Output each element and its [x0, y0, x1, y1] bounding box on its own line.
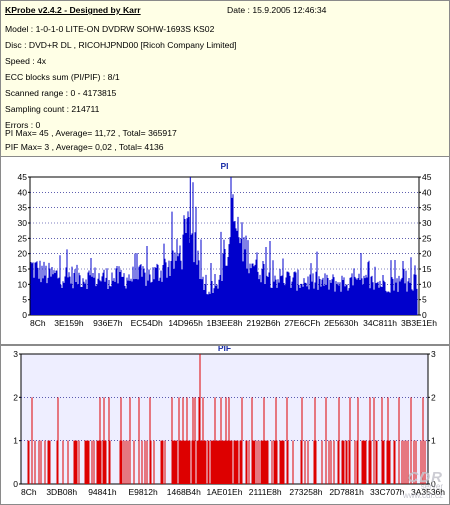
watermark-logo: CDR [407, 469, 443, 486]
ytick-left-label: 1 [13, 436, 18, 446]
scan-date: Date : 15.9.2005 12:46:34 [227, 5, 327, 15]
app-title: KProbe v2.4.2 - Designed by Karr [5, 4, 141, 16]
ytick-right-label: 10 [422, 279, 432, 289]
xtick-label: 34C811h [363, 318, 397, 328]
xtick-label: 3DB08h [46, 487, 77, 497]
ytick-right-label: 2 [431, 392, 436, 402]
ytick-left-label: 5 [22, 295, 27, 305]
ytick-right-label: 40 [422, 187, 432, 197]
xtick-label: EC54Dh [131, 318, 163, 328]
ytick-right-label: 30 [422, 218, 432, 228]
ytick-left-label: 45 [18, 172, 28, 182]
info-speed: Speed : 4x [5, 56, 47, 66]
xtick-label: 936E7h [93, 318, 123, 328]
watermark: CDR server www.cdr.cz [402, 469, 443, 500]
xtick-label: E9812h [128, 487, 158, 497]
ytick-left-label: 30 [18, 218, 28, 228]
xtick-label: 14D965h [168, 318, 203, 328]
ytick-right-label: 25 [422, 233, 432, 243]
xtick-label: 273258h [289, 487, 322, 497]
ytick-right-label: 35 [422, 203, 432, 213]
info-sampling: Sampling count : 214711 [5, 104, 100, 114]
info-pi-summary: PI Max= 45 , Average= 11,72 , Total= 365… [5, 128, 177, 138]
ytick-left-label: 0 [22, 310, 27, 320]
ytick-right-label: 3 [431, 349, 436, 359]
xtick-label: 3E159h [54, 318, 84, 328]
xtick-label: 2192B6h [246, 318, 280, 328]
info-panel: KProbe v2.4.2 - Designed by Karr Date : … [0, 0, 450, 157]
watermark-url: www.cdr.cz [402, 491, 443, 500]
ytick-right-label: 5 [422, 295, 427, 305]
ytick-right-label: 15 [422, 264, 432, 274]
xtick-label: 2111E8h [249, 487, 282, 497]
ytick-left-label: 40 [18, 187, 28, 197]
info-model: Model : 1-0-1-0 LITE-ON DVDRW SOHW-1693S… [5, 24, 215, 34]
ytick-left-label: 0 [13, 479, 18, 489]
ytick-left-label: 2 [13, 392, 18, 402]
ytick-right-label: 1 [431, 436, 436, 446]
ytick-left-label: 35 [18, 203, 28, 213]
chart-title-pi: PI [220, 161, 228, 171]
pi-chart-panel: PI 0 0 5 5 10 10 15 15 20 20 25 25 30 30 35 35 40 40 45 45 8C… [0, 156, 450, 345]
xtick-label: 1B3EE8h [207, 318, 243, 328]
xtick-label: 3B3E1Eh [401, 318, 437, 328]
pif-chart-panel: PIF 0 0 1 1 2 2 3 3 8Ch 3DB08h 94841h E9812h 1468B4h 1… [0, 345, 450, 505]
ytick-right-label: 20 [422, 249, 432, 259]
ytick-left-label: 25 [18, 233, 28, 243]
ytick-right-label: 45 [422, 172, 432, 182]
xtick-label: 1468B4h [167, 487, 201, 497]
xtick-label: 33C707h [370, 487, 405, 497]
xtick-label: 1AE01Eh [207, 487, 243, 497]
info-disc: Disc : DVD+R DL , RICOHJPND00 [Ricoh Com… [5, 40, 237, 50]
xtick-label: 94841h [88, 487, 117, 497]
ytick-left-label: 15 [18, 264, 28, 274]
chart-title-pif: PIF [218, 346, 231, 353]
xtick-label: 8Ch [21, 487, 37, 497]
xtick-label: 2E5630h [324, 318, 358, 328]
app-title-text: KProbe v2.4.2 - Designed by Karr [5, 5, 141, 15]
ytick-left-label: 3 [13, 349, 18, 359]
xtick-label: 2D7881h [329, 487, 364, 497]
info-ecc: ECC blocks sum (PI/PIF) : 8/1 [5, 72, 120, 82]
xtick-label: 8Ch [30, 318, 46, 328]
info-pif-summary: PIF Max= 3 , Average= 0,02 , Total= 4136 [5, 142, 164, 152]
info-range: Scanned range : 0 - 4173815 [5, 88, 117, 98]
xtick-label: 27E6CFh [284, 318, 320, 328]
ytick-left-label: 20 [18, 249, 28, 259]
pi-chart: PI0 05 510 1015 1520 2025 2530 3035 3540 4045 458C… [18, 161, 438, 328]
pif-chart: PIF0 01 12 23 38Ch 3DB08h 94841h E9812h 1468B4h 1… [13, 346, 445, 497]
ytick-left-label: 10 [18, 279, 28, 289]
